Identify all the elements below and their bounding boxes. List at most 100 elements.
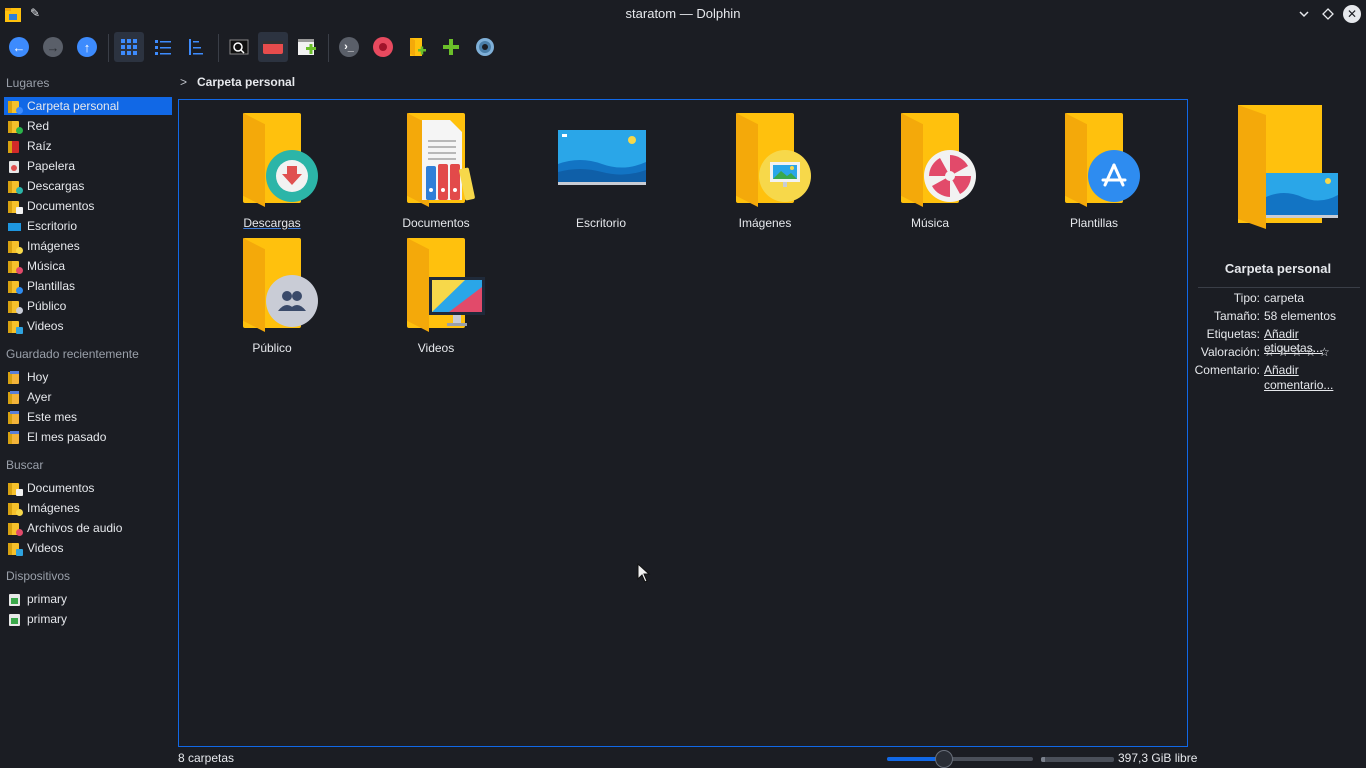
free-space-bar: [1041, 757, 1114, 762]
search-header: Buscar: [6, 458, 44, 472]
information-panel: Carpeta personal Tipo: carpeta Tamaño: 5…: [1190, 99, 1366, 747]
trash-icon: [8, 160, 21, 173]
folder-item-plantillas[interactable]: Plantillas: [1034, 108, 1154, 230]
sidebar-item-imagenes[interactable]: Imágenes: [4, 237, 172, 255]
sidebar-item-search-documentos[interactable]: Documentos: [4, 479, 172, 497]
sidebar-item-este-mes[interactable]: Este mes: [4, 408, 172, 426]
sidebar-item-search-audio[interactable]: Archivos de audio: [4, 519, 172, 537]
rating-stars[interactable]: ☆☆☆☆☆: [1264, 345, 1360, 359]
folder-name: Documentos: [402, 216, 470, 230]
info-title: Carpeta personal: [1224, 261, 1332, 276]
close-button[interactable]: ✕: [1342, 4, 1362, 24]
sidebar-item-label: Descargas: [27, 179, 85, 193]
sidebar-item-label: Raíz: [27, 139, 52, 153]
sidebar-item-videos[interactable]: Videos: [4, 317, 172, 335]
sidebar-item-search-imagenes[interactable]: Imágenes: [4, 499, 172, 517]
sidebar-item-label: Videos: [27, 541, 64, 555]
toolbar-separator: [218, 34, 219, 62]
sidebar-item-ayer[interactable]: Ayer: [4, 388, 172, 406]
downloads-folder-icon: [8, 180, 23, 194]
desktop-folder-icon: [8, 220, 21, 233]
sidebar-item-search-videos[interactable]: Videos: [4, 539, 172, 557]
info-divider: [1198, 287, 1360, 288]
sidebar-item-documentos[interactable]: Documentos: [4, 197, 172, 215]
sidebar-item-musica[interactable]: Música: [4, 257, 172, 275]
calendar-today-icon: [8, 370, 21, 384]
forward-icon: →: [43, 37, 63, 57]
folder-item-publico[interactable]: Público: [212, 233, 332, 355]
pictures-badge-icon: [759, 150, 811, 202]
forward-button[interactable]: →: [38, 32, 68, 62]
split-button[interactable]: [258, 32, 288, 62]
sidebar-item-label: Hoy: [27, 370, 49, 384]
folder-item-videos[interactable]: Videos: [376, 233, 496, 355]
sidebar-item-label: Documentos: [27, 481, 95, 495]
details-view-button[interactable]: [182, 32, 212, 62]
info-label: Tamaño:: [1213, 309, 1260, 323]
folder-item-escritorio[interactable]: Escritorio: [541, 108, 661, 230]
sidebar-item-papelera[interactable]: Papelera: [4, 157, 172, 175]
chevron-down-icon: [1299, 11, 1309, 18]
new-tab-button[interactable]: [292, 32, 322, 62]
sidebar-item-label: Imágenes: [27, 501, 80, 515]
documents-folder-icon: [8, 200, 23, 214]
status-count: 8 carpetas: [178, 751, 235, 765]
status-bar: 8 carpetas 397,3 GiB libre: [0, 749, 1366, 768]
back-button[interactable]: ←: [4, 32, 34, 62]
sidebar-item-carpeta-personal[interactable]: Carpeta personal: [4, 97, 172, 115]
videos-search-icon: [8, 542, 23, 556]
chevron-right-icon[interactable]: >: [180, 75, 187, 89]
back-icon: ←: [9, 37, 29, 57]
settings-button[interactable]: [470, 32, 500, 62]
sidebar-item-label: Carpeta personal: [27, 99, 120, 113]
templates-badge-icon: [1088, 150, 1140, 202]
places-header: Lugares: [6, 76, 50, 90]
preview-icon: [229, 39, 249, 55]
recent-header: Guardado recientemente: [6, 347, 139, 361]
add-button[interactable]: [436, 32, 466, 62]
download-badge-icon: [266, 150, 318, 202]
folder-item-descargas[interactable]: Descargas: [212, 108, 332, 230]
sidebar-item-red[interactable]: Red: [4, 117, 172, 135]
add-comment-link[interactable]: Añadir comentario...: [1264, 363, 1333, 393]
folder-view[interactable]: Descargas Documentos Escritorio Imágenes…: [178, 99, 1188, 747]
sidebar-item-hoy[interactable]: Hoy: [4, 368, 172, 386]
drive-icon: [8, 613, 21, 626]
home-folder-icon: [8, 100, 23, 114]
settings-icon: [476, 38, 494, 56]
sidebar-item-plantillas[interactable]: Plantillas: [4, 277, 172, 295]
zoom-slider-handle[interactable]: [934, 750, 953, 768]
sidebar-item-primary-2[interactable]: primary: [4, 610, 172, 628]
icons-view-button[interactable]: [114, 32, 144, 62]
sidebar-item-escritorio[interactable]: Escritorio: [4, 217, 172, 235]
sidebar-item-descargas[interactable]: Descargas: [4, 177, 172, 195]
folder-item-documentos[interactable]: Documentos: [376, 108, 496, 230]
details-view-icon: [189, 39, 203, 55]
sidebar-item-el-mes-pasado[interactable]: El mes pasado: [4, 428, 172, 446]
compact-view-icon: [155, 40, 171, 55]
maximize-button[interactable]: [1318, 4, 1338, 24]
breadcrumb: > Carpeta personal: [178, 72, 295, 92]
toolbar-separator: [328, 34, 329, 62]
breadcrumb-item[interactable]: Carpeta personal: [197, 75, 295, 89]
record-button[interactable]: [368, 32, 398, 62]
sidebar-item-publico[interactable]: Público: [4, 297, 172, 315]
sidebar-item-label: Documentos: [27, 199, 95, 213]
zoom-slider[interactable]: [887, 750, 1033, 768]
up-button[interactable]: ↑: [72, 32, 102, 62]
sidebar-item-raiz[interactable]: Raíz: [4, 137, 172, 155]
folder-name: Música: [910, 216, 949, 230]
mouse-cursor-icon: [637, 563, 651, 583]
terminal-button[interactable]: ›_: [334, 32, 364, 62]
minimize-button[interactable]: [1294, 4, 1314, 24]
window-title: staratom — Dolphin: [625, 6, 741, 21]
folder-item-musica[interactable]: Música: [870, 108, 990, 230]
sidebar-item-primary-1[interactable]: primary: [4, 590, 172, 608]
preview-button[interactable]: [224, 32, 254, 62]
folder-item-imagenes[interactable]: Imágenes: [705, 108, 825, 230]
videos-badge-icon: [429, 277, 485, 326]
new-folder-button[interactable]: [402, 32, 432, 62]
folder-name: Imágenes: [738, 216, 792, 230]
drive-icon: [8, 593, 21, 606]
compact-view-button[interactable]: [148, 32, 178, 62]
